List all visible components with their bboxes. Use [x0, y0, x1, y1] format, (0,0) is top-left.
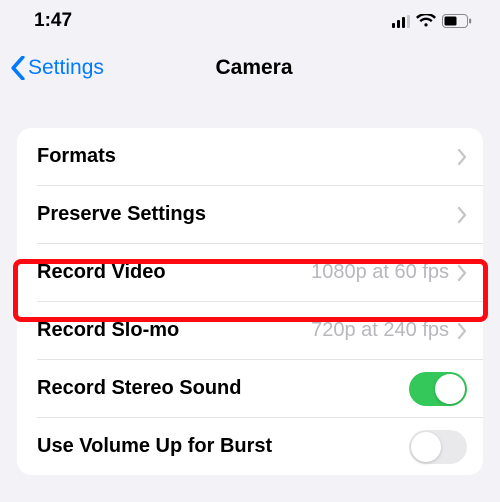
nav-bar: Settings Camera [0, 40, 500, 92]
wifi-icon [416, 14, 436, 28]
row-detail: 1080p at 60 fps [311, 261, 449, 284]
row-label: Use Volume Up for Burst [37, 435, 272, 458]
cellular-icon [392, 15, 411, 28]
row-record-video[interactable]: Record Video 1080p at 60 fps [17, 244, 483, 301]
row-label: Record Slo-mo [37, 319, 179, 342]
page-title: Camera [207, 56, 292, 80]
status-time: 1:47 [34, 10, 72, 32]
toggle-volume-up-burst[interactable] [409, 430, 467, 464]
chevron-right-icon [457, 265, 467, 281]
chevron-right-icon [457, 149, 467, 165]
chevron-right-icon [457, 323, 467, 339]
row-record-stereo-sound: Record Stereo Sound [17, 360, 483, 417]
row-label: Preserve Settings [37, 203, 206, 226]
chevron-left-icon [10, 56, 26, 80]
row-detail: 720p at 240 fps [311, 319, 449, 342]
toggle-stereo-sound[interactable] [409, 372, 467, 406]
settings-list: Formats Preserve Settings Record Video 1… [17, 128, 483, 475]
battery-icon [442, 14, 472, 28]
row-label: Formats [37, 145, 116, 168]
back-button[interactable]: Settings [10, 56, 104, 80]
row-preserve-settings[interactable]: Preserve Settings [17, 186, 483, 243]
row-volume-up-burst: Use Volume Up for Burst [17, 418, 483, 475]
back-label: Settings [28, 56, 104, 80]
row-label: Record Video [37, 261, 166, 284]
row-record-slomo[interactable]: Record Slo-mo 720p at 240 fps [17, 302, 483, 359]
status-bar: 1:47 [0, 0, 500, 40]
row-formats[interactable]: Formats [17, 128, 483, 185]
status-indicators [392, 14, 473, 28]
chevron-right-icon [457, 207, 467, 223]
row-label: Record Stereo Sound [37, 377, 241, 400]
